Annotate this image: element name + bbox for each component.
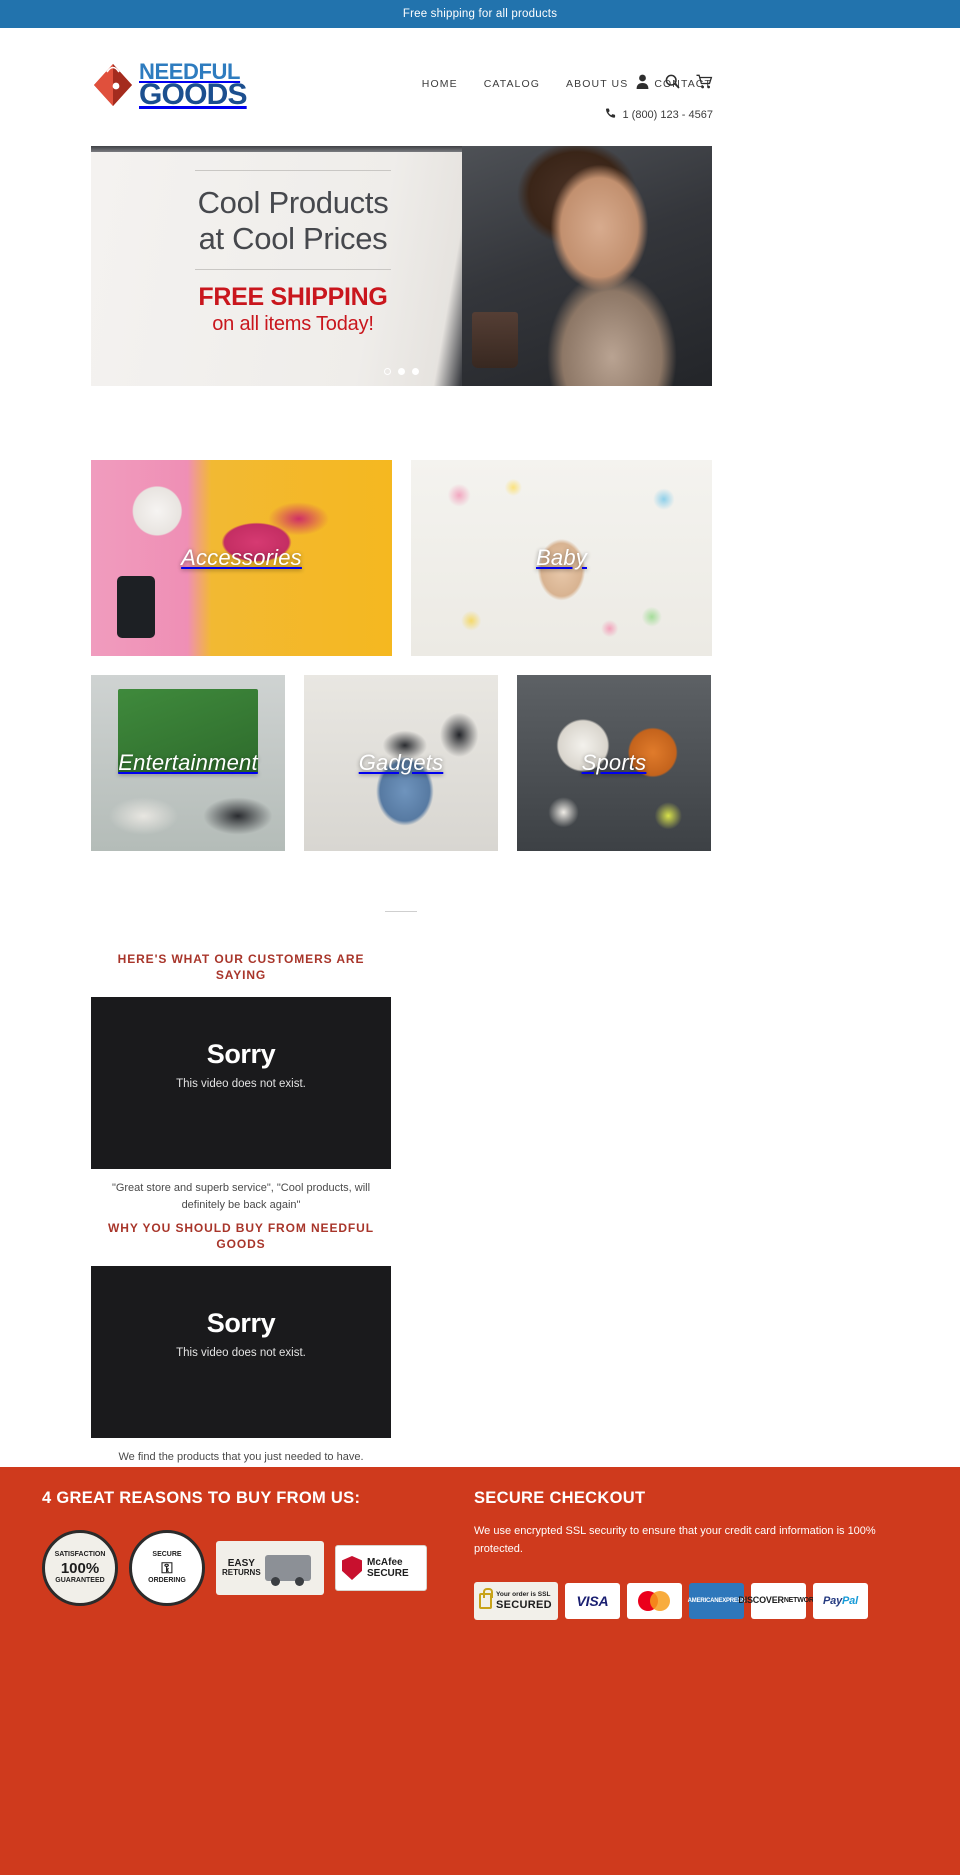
footer-reasons-column: 4 GREAT REASONS TO BUY FROM US: SATISFAC… xyxy=(42,1489,457,1606)
visa-card: VISA xyxy=(565,1583,620,1620)
seal-top-label: SECURE xyxy=(152,1551,182,1559)
video-error-title: Sorry xyxy=(206,1039,276,1070)
payment-methods-group: Your order is SSL SECURED VISA AMERICAN … xyxy=(474,1582,904,1621)
hero-rule-bottom xyxy=(195,268,391,270)
site-header: NEEDFUL GOODS HOME CATALOG ABOUT US CONT… xyxy=(0,28,960,121)
category-row-top: Accessories Baby xyxy=(91,460,712,656)
shopping-bag-icon xyxy=(91,62,135,108)
seal-bottom-label: ORDERING xyxy=(148,1576,186,1584)
category-tile-entertainment[interactable]: Entertainment xyxy=(91,675,285,851)
footer-reasons-heading: 4 GREAT REASONS TO BUY FROM US: xyxy=(42,1489,361,1507)
mastercard-circle-right xyxy=(650,1591,670,1612)
section-heading: WHY YOU SHOULD BUY FROM NEEDFUL GOODS xyxy=(108,1221,374,1252)
video-error-message: This video does not exist. xyxy=(176,1347,306,1360)
mastercard-card xyxy=(627,1583,682,1620)
delivery-truck-icon xyxy=(264,1555,311,1586)
header-phone[interactable]: 1 (800) 123 - 4567 xyxy=(605,108,713,122)
video-player-why-buy[interactable]: Sorry This video does not exist. xyxy=(91,1266,391,1439)
hero-photo xyxy=(462,146,712,386)
footer-checkout-column: SECURE CHECKOUT We use encrypted SSL sec… xyxy=(474,1489,904,1621)
hero-content: Cool Products at Cool Prices FREE SHIPPI… xyxy=(143,170,443,336)
easy-returns-badge: EASY RETURNS xyxy=(216,1541,324,1595)
why-buy-section: WHY YOU SHOULD BUY FROM NEEDFUL GOODS So… xyxy=(91,1220,391,1466)
secure-ordering-seal: SECURE ⚿ ORDERING xyxy=(129,1530,205,1606)
video-player-testimonials[interactable]: Sorry This video does not exist. xyxy=(91,997,391,1170)
phone-icon xyxy=(605,108,616,122)
hero-carousel[interactable]: Cool Products at Cool Prices FREE SHIPPI… xyxy=(91,146,712,386)
announcement-bar: Free shipping for all products xyxy=(0,0,960,28)
nav-item-about-us[interactable]: ABOUT US xyxy=(566,78,628,90)
shield-icon xyxy=(342,1556,362,1580)
hero-headline: Cool Products at Cool Prices xyxy=(143,185,443,257)
header-icon-group xyxy=(636,74,713,89)
seal-top-label: SATISFACTION xyxy=(54,1551,106,1559)
trust-badge-group: SATISFACTION 100% GUARANTEED SECURE ⚿ OR… xyxy=(42,1530,457,1606)
paypal-line2: Pal xyxy=(842,1595,858,1608)
account-icon[interactable] xyxy=(636,74,649,89)
carousel-dot-2[interactable] xyxy=(398,368,405,375)
testimonial-quote: "Great store and superb service", "Cool … xyxy=(111,1182,371,1212)
category-grid: Accessories Baby Entertainment Gadgets S… xyxy=(91,460,712,851)
ssl-big-text: SECURED xyxy=(496,1598,552,1611)
amex-line1: AMERICAN xyxy=(687,1597,719,1604)
category-label: Sports xyxy=(581,750,647,775)
lock-icon xyxy=(479,1588,493,1610)
seal-center-label: 100% xyxy=(60,1559,100,1577)
category-tile-baby[interactable]: Baby xyxy=(411,460,712,656)
section-divider xyxy=(385,911,417,912)
secure-checkout-text: We use encrypted SSL security to ensure … xyxy=(474,1525,876,1556)
satisfaction-guaranteed-seal: SATISFACTION 100% GUARANTEED xyxy=(42,1530,118,1606)
category-label: Baby xyxy=(536,545,587,570)
amex-card: AMERICAN EXPRESS xyxy=(687,1583,746,1620)
secure-checkout-heading: SECURE CHECKOUT xyxy=(474,1489,646,1507)
video-error-message: This video does not exist. xyxy=(176,1078,306,1091)
phone-number: 1 (800) 123 - 4567 xyxy=(622,109,713,121)
paypal-line1: Pay xyxy=(823,1595,843,1608)
discover-line1: DISCOVER xyxy=(738,1595,784,1606)
hero-promo: FREE SHIPPING xyxy=(198,282,388,311)
mcafee-line1: McAfee xyxy=(367,1557,403,1568)
category-tile-gadgets[interactable]: Gadgets xyxy=(304,675,498,851)
carousel-dots xyxy=(91,368,712,375)
nav-item-catalog[interactable]: CATALOG xyxy=(484,78,540,90)
category-tile-sports[interactable]: Sports xyxy=(517,675,711,851)
announcement-text: Free shipping for all products xyxy=(402,8,558,20)
cart-icon[interactable] xyxy=(696,74,713,89)
mcafee-secure-badge[interactable]: McAfee SECURE xyxy=(335,1545,427,1591)
padlock-icon: ⚿ xyxy=(161,1559,173,1577)
category-label: Accessories xyxy=(181,545,302,570)
hero-slide: Cool Products at Cool Prices FREE SHIPPI… xyxy=(91,146,712,386)
site-logo[interactable]: NEEDFUL GOODS xyxy=(91,60,247,111)
ssl-secured-badge: Your order is SSL SECURED xyxy=(474,1582,558,1621)
hero-headline-line2: at Cool Prices xyxy=(198,220,388,256)
carousel-dot-3[interactable] xyxy=(412,368,419,375)
section-heading: HERE'S WHAT OUR CUSTOMERS ARE SAYING xyxy=(117,952,365,983)
video-error-title: Sorry xyxy=(206,1308,276,1339)
logo-text-bottom: GOODS xyxy=(139,77,247,111)
hero-rule-top xyxy=(195,170,391,171)
seal-bottom-label: GUARANTEED xyxy=(55,1576,105,1584)
category-tile-accessories[interactable]: Accessories xyxy=(91,460,392,656)
ssl-small-text: Your order is SSL xyxy=(496,1590,551,1598)
carousel-dot-1[interactable] xyxy=(384,368,391,375)
nav-item-home[interactable]: HOME xyxy=(422,78,458,90)
hero-headline-line1: Cool Products xyxy=(197,185,389,220)
category-row-bottom: Entertainment Gadgets Sports xyxy=(91,675,712,851)
why-buy-caption: We find the products that you just neede… xyxy=(118,1451,364,1464)
testimonials-section: HERE'S WHAT OUR CUSTOMERS ARE SAYING Sor… xyxy=(91,951,391,1214)
search-icon[interactable] xyxy=(665,74,680,89)
category-label: Gadgets xyxy=(358,750,444,775)
hero-promo-sub: on all items Today! xyxy=(212,312,374,335)
discover-card: DISCOVER NETWORK xyxy=(738,1583,819,1620)
site-footer: 4 GREAT REASONS TO BUY FROM US: SATISFAC… xyxy=(0,1467,960,1875)
category-label: Entertainment xyxy=(118,750,258,775)
mcafee-line2: SECURE xyxy=(367,1568,409,1579)
paypal-card: Pay Pal xyxy=(813,1583,868,1620)
easy-returns-line2: RETURNS xyxy=(222,1568,261,1578)
